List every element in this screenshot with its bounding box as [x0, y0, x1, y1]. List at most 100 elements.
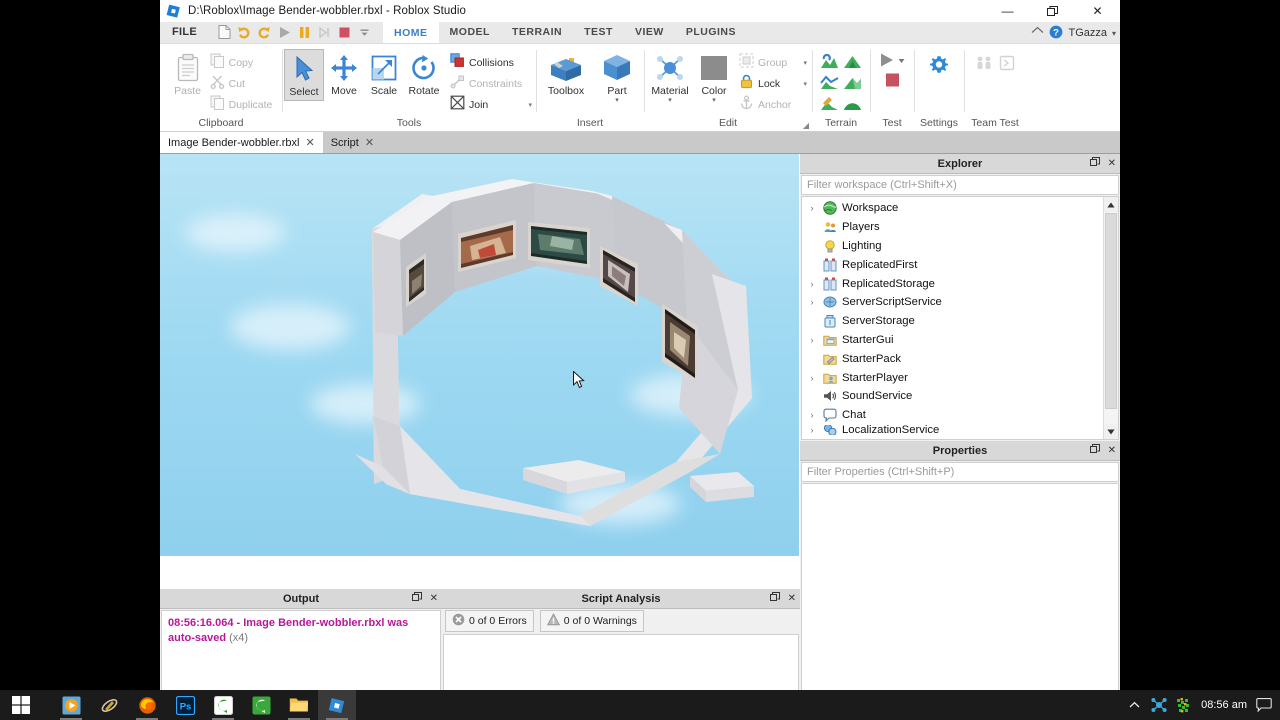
taskbar-camtasia-editor[interactable]	[204, 690, 242, 720]
gear-icon[interactable]	[929, 55, 949, 80]
script-analysis-list[interactable]	[443, 634, 799, 690]
antivirus-icon[interactable]	[1176, 697, 1192, 713]
tree-item-soundservice[interactable]: SoundService	[802, 387, 1118, 406]
output-float-icon[interactable]	[411, 592, 422, 605]
material-button[interactable]: Material ▾	[647, 49, 693, 106]
properties-grid[interactable]	[801, 483, 1119, 690]
doctab-script-close-icon[interactable]: ✕	[365, 136, 374, 149]
taskbar-photoshop[interactable]: Ps	[166, 690, 204, 720]
pause-icon[interactable]	[295, 23, 313, 41]
stop-icon[interactable]	[335, 23, 353, 41]
paste-button[interactable]: Paste	[168, 49, 208, 99]
taskbar-media-player[interactable]	[52, 690, 90, 720]
taskbar-clock[interactable]: 08:56 am	[1201, 699, 1247, 711]
expand-chevron-icon[interactable]: ›	[806, 410, 818, 420]
constraints-toggle[interactable]: Constraints	[448, 73, 534, 94]
tree-item-replicatedstorage[interactable]: › ReplicatedStorage	[802, 274, 1118, 293]
terrain-paint-icon[interactable]	[819, 93, 841, 113]
help-icon[interactable]: ?	[1049, 25, 1063, 42]
play-icon[interactable]	[275, 23, 293, 41]
doctab-place-file[interactable]: Image Bender-wobbler.rbxl ✕	[160, 132, 323, 153]
tree-item-localizationservice[interactable]: › LocalizationService	[802, 424, 1118, 435]
account-caret-icon[interactable]: ▾	[1112, 29, 1116, 38]
scroll-up-icon[interactable]	[1104, 197, 1118, 212]
warnings-filter-button[interactable]: 0 of 0 Warnings	[539, 610, 644, 632]
tree-item-workspace[interactable]: › Workspace	[802, 199, 1118, 218]
select-tool-button[interactable]: Select	[284, 49, 324, 101]
part-button[interactable]: Part ▾	[597, 49, 637, 106]
tree-item-starterplayer[interactable]: › StarterPlayer	[802, 368, 1118, 387]
group-button[interactable]: Group ▾	[737, 52, 809, 73]
color-caret-icon[interactable]: ▾	[712, 97, 716, 104]
stop-icon[interactable]	[884, 72, 901, 93]
taskbar-camtasia-recorder[interactable]	[242, 690, 280, 720]
part-caret-icon[interactable]: ▾	[615, 97, 619, 104]
explorer-close-icon[interactable]: ✕	[1108, 158, 1116, 169]
team-server-icon[interactable]	[999, 55, 1015, 76]
tab-home[interactable]: HOME	[383, 21, 439, 43]
tree-item-starterpack[interactable]: StarterPack	[802, 349, 1118, 368]
explorer-scrollbar[interactable]	[1103, 197, 1118, 439]
expand-chevron-icon[interactable]: ›	[806, 373, 818, 383]
color-button[interactable]: Color ▾	[693, 49, 735, 106]
windows-start-icon[interactable]	[0, 690, 42, 720]
minimize-button[interactable]: —	[985, 0, 1030, 22]
properties-filter-input[interactable]: Filter Properties (Ctrl+Shift+P)	[801, 462, 1119, 482]
network-icon[interactable]	[1151, 697, 1167, 713]
script-analysis-float-icon[interactable]	[769, 592, 780, 605]
explorer-float-icon[interactable]	[1089, 157, 1100, 170]
notification-icon[interactable]	[1256, 697, 1272, 713]
3d-viewport[interactable]	[160, 154, 799, 556]
duplicate-button[interactable]: Duplicate	[208, 94, 275, 115]
taskbar-firefox[interactable]	[128, 690, 166, 720]
tray-chevron-icon[interactable]	[1126, 697, 1142, 713]
tab-plugins[interactable]: PLUGINS	[675, 21, 747, 43]
join-dropdown[interactable]: Join ▾	[448, 94, 534, 115]
properties-float-icon[interactable]	[1089, 444, 1100, 457]
tree-item-replicatedfirst[interactable]: ReplicatedFirst	[802, 255, 1118, 274]
expand-chevron-icon[interactable]: ›	[806, 297, 818, 307]
qat-overflow-icon[interactable]	[355, 23, 373, 41]
tree-item-players[interactable]: Players	[802, 218, 1118, 237]
taskbar-roblox-studio[interactable]	[318, 690, 356, 720]
close-button[interactable]: ✕	[1075, 0, 1120, 22]
expand-chevron-icon[interactable]: ›	[806, 425, 818, 435]
taskbar-utility[interactable]	[90, 690, 128, 720]
tree-item-lighting[interactable]: Lighting	[802, 237, 1118, 256]
collisions-toggle[interactable]: Collisions	[448, 52, 534, 73]
tree-item-startergui[interactable]: › StarterGui	[802, 331, 1118, 350]
doctab-place-close-icon[interactable]: ✕	[305, 136, 314, 149]
doctab-script[interactable]: Script ✕	[322, 132, 383, 153]
rotate-tool-button[interactable]: Rotate	[404, 49, 444, 99]
terrain-grow-icon[interactable]	[842, 93, 864, 113]
undo-icon[interactable]	[235, 23, 253, 41]
scroll-down-icon[interactable]	[1104, 424, 1118, 439]
lock-button[interactable]: Lock ▾	[737, 73, 809, 94]
anchor-button[interactable]: Anchor	[737, 94, 809, 115]
expand-chevron-icon[interactable]: ›	[806, 335, 818, 345]
user-name[interactable]: TGazza	[1068, 27, 1107, 39]
terrain-subtract-icon[interactable]	[842, 72, 864, 92]
terrain-smooth-icon[interactable]	[819, 72, 841, 92]
move-tool-button[interactable]: Move	[324, 49, 364, 99]
group-caret-icon[interactable]: ▾	[795, 59, 807, 67]
material-caret-icon[interactable]: ▾	[668, 97, 672, 104]
output-close-icon[interactable]: ✕	[430, 593, 438, 604]
script-analysis-close-icon[interactable]: ✕	[788, 593, 796, 604]
tab-view[interactable]: VIEW	[624, 21, 675, 43]
tree-item-serverstorage[interactable]: ServerStorage	[802, 312, 1118, 331]
explorer-tree[interactable]: › Workspace Players Lighting ReplicatedF…	[801, 196, 1119, 440]
terrain-editor-icon[interactable]	[819, 51, 841, 71]
explorer-filter-input[interactable]: Filter workspace (Ctrl+Shift+X)	[801, 175, 1119, 195]
expand-chevron-icon[interactable]: ›	[806, 203, 818, 213]
explorer-scroll-thumb[interactable]	[1105, 213, 1117, 409]
tab-model[interactable]: MODEL	[439, 21, 501, 43]
tree-item-serverscriptservice[interactable]: › ServerScriptService	[802, 293, 1118, 312]
edit-group-expander-icon[interactable]: ◢	[803, 121, 809, 130]
step-icon[interactable]	[315, 23, 333, 41]
redo-icon[interactable]	[255, 23, 273, 41]
taskbar-file-explorer[interactable]	[280, 690, 318, 720]
cut-button[interactable]: Cut	[208, 73, 275, 94]
tab-test[interactable]: TEST	[573, 21, 624, 43]
copy-button[interactable]: Copy	[208, 52, 275, 73]
